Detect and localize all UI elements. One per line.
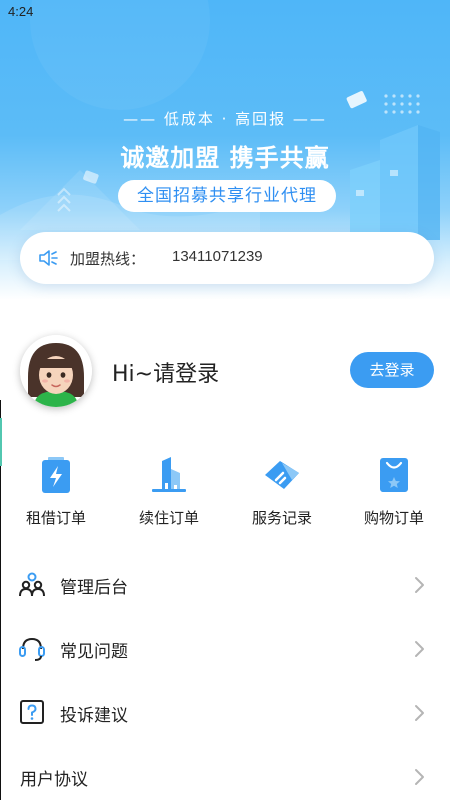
order-grid: 租借订单 续住订单 服务记录 购物订单	[0, 455, 450, 535]
menu-item-complaints[interactable]: 投诉建议	[0, 680, 450, 744]
status-bar: 4:24	[0, 0, 450, 24]
status-time: 4:24	[8, 4, 34, 19]
chevron-right-icon	[415, 769, 424, 785]
banner-title: 诚邀加盟 携手共赢	[120, 144, 330, 172]
grid-item-shopping-orders[interactable]: 购物订单	[338, 455, 450, 535]
menu-label: 管理后台	[60, 578, 128, 598]
avatar[interactable]	[20, 335, 92, 407]
grid-label: 购物订单	[363, 509, 424, 527]
grid-label: 服务记录	[251, 509, 312, 527]
ticket-icon	[265, 461, 299, 489]
building-icon	[152, 457, 186, 492]
login-greeting[interactable]: Hi~请登录	[112, 356, 219, 388]
chevron-right-icon	[415, 577, 424, 593]
banner-recruit-pill[interactable]: 全国招募共享行业代理	[118, 180, 336, 212]
login-button[interactable]: 去登录	[350, 352, 434, 388]
speaker-icon	[39, 250, 58, 266]
profile-section: Hi~请登录 去登录	[0, 330, 450, 410]
grid-label: 租借订单	[25, 509, 86, 527]
menu-item-admin[interactable]: 管理后台	[0, 552, 450, 616]
chevron-right-icon	[415, 641, 424, 657]
avatar-girl-icon	[20, 335, 92, 407]
hotline-card[interactable]: 加盟热线： 13411071239	[20, 232, 434, 284]
menu-label: 用户协议	[20, 770, 88, 790]
grid-label: 续住订单	[138, 509, 199, 527]
menu-label: 投诉建议	[60, 706, 128, 726]
question-icon	[20, 700, 44, 724]
battery-icon	[42, 457, 70, 493]
shopping-bag-icon	[380, 458, 408, 492]
grid-item-stay-orders[interactable]: 续住订单	[113, 455, 225, 535]
banner-subtitle: —— 低成本 · 高回报 ——	[123, 110, 327, 128]
grid-item-service-records[interactable]: 服务记录	[226, 455, 338, 535]
left-edge-accent	[0, 418, 2, 466]
menu-item-faq[interactable]: 常见问题	[0, 616, 450, 680]
headset-icon	[19, 637, 45, 661]
chevron-right-icon	[415, 705, 424, 721]
hotline-number[interactable]: 13411071239	[172, 248, 263, 265]
menu-label: 常见问题	[60, 642, 128, 662]
people-icon	[19, 572, 45, 597]
menu-item-user-agreement[interactable]: 用户协议	[0, 744, 450, 800]
hotline-label: 加盟热线：	[70, 250, 146, 268]
grid-item-rental-orders[interactable]: 租借订单	[0, 455, 112, 535]
